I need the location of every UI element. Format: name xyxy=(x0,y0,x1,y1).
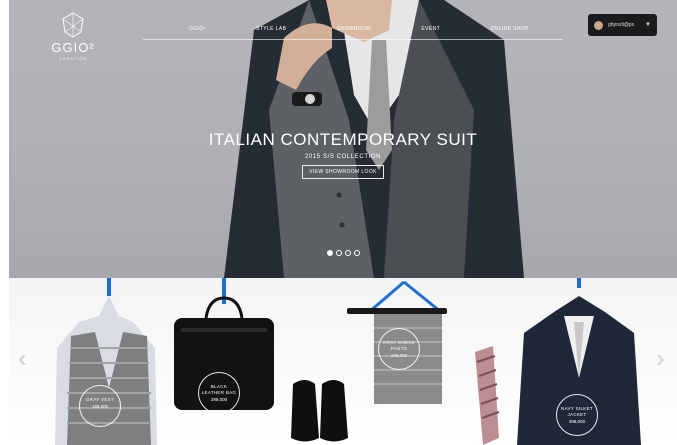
product-price: 298,000 xyxy=(390,353,408,358)
product-name: GRAY CHECK PANTS xyxy=(382,340,416,351)
product-badge[interactable]: GRAY VEST 198,000 xyxy=(79,385,121,427)
product-name: GRAY VEST xyxy=(85,397,115,402)
hero-banner: GGIO² CURATION GGIO² STYLE LAB SHOWROOM … xyxy=(9,0,677,278)
hero-title: ITALIAN CONTEMPORARY SUIT xyxy=(208,130,478,149)
brand-tagline: CURATION xyxy=(58,56,88,61)
slider-dots xyxy=(327,250,360,256)
nav-item-online-shop[interactable]: ONLINE SHOP xyxy=(490,26,529,38)
view-showroom-button[interactable]: VIEW SHOWROOM LOOK xyxy=(302,165,384,179)
product-badge[interactable]: BLACK LEATHER BAG 298,000 xyxy=(198,372,240,414)
slider-dot-2[interactable] xyxy=(336,250,342,256)
chevron-right-icon[interactable]: › xyxy=(656,345,670,371)
product-price: 298,000 xyxy=(210,397,228,402)
nav-item-event[interactable]: EVENT xyxy=(421,26,440,38)
language-selector[interactable]: ghjosdi@ps ▼ xyxy=(588,14,657,36)
language-label: ghjosdi@ps xyxy=(608,22,635,28)
nav-item-showroom[interactable]: SHOWROOM xyxy=(337,26,371,38)
product-price: 198,000 xyxy=(91,404,109,409)
brand-name: GGIO² xyxy=(51,40,95,55)
slider-dot-4[interactable] xyxy=(354,250,360,256)
product-name: NAVY SILKET JACKET xyxy=(561,406,593,417)
caret-down-icon: ▼ xyxy=(645,22,651,28)
brand-logo[interactable]: GGIO² CURATION xyxy=(45,12,101,68)
hero-headline: ITALIAN CONTEMPORARY SUIT 2015 S/S COLLE… xyxy=(9,130,677,179)
flag-icon xyxy=(594,20,603,30)
hero-subtitle: 2015 S/S COLLECTION xyxy=(304,154,382,160)
product-price: 398,000 xyxy=(568,419,586,424)
nav-divider xyxy=(143,39,563,40)
product-badge[interactable]: GRAY CHECK PANTS 298,000 xyxy=(378,328,420,370)
nav-item-style-lab[interactable]: STYLE LAB xyxy=(256,26,286,38)
product-badge[interactable]: NAVY SILKET JACKET 398,000 xyxy=(556,394,598,436)
main-nav: GGIO² STYLE LAB SHOWROOM EVENT ONLINE SH… xyxy=(189,26,529,38)
page: GGIO² CURATION GGIO² STYLE LAB SHOWROOM … xyxy=(0,0,677,445)
product-name: BLACK LEATHER BAG xyxy=(201,384,237,395)
logo-gem-icon xyxy=(62,12,84,38)
chevron-left-icon[interactable]: ‹ xyxy=(18,345,32,371)
slider-dot-3[interactable] xyxy=(345,250,351,256)
slider-dot-1[interactable] xyxy=(327,250,333,256)
nav-item-ggio[interactable]: GGIO² xyxy=(189,26,206,38)
